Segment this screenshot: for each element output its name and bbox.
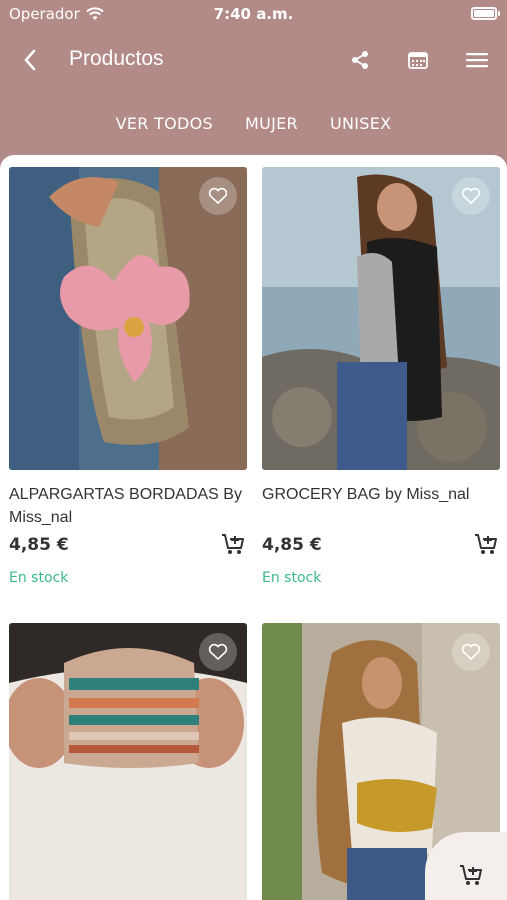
favorite-button[interactable] xyxy=(452,177,490,215)
tab-ver-todos[interactable]: VER TODOS xyxy=(116,110,213,140)
add-to-cart-button[interactable] xyxy=(221,533,247,557)
back-button[interactable] xyxy=(16,46,44,74)
favorite-button[interactable] xyxy=(199,177,237,215)
calendar-button[interactable] xyxy=(403,46,433,74)
status-time: 7:40 a.m. xyxy=(213,5,294,23)
heart-icon xyxy=(461,187,481,205)
add-cart-icon xyxy=(222,534,244,554)
product-image[interactable] xyxy=(262,167,500,470)
menu-button[interactable] xyxy=(462,46,492,74)
share-icon xyxy=(352,51,368,69)
share-button[interactable] xyxy=(345,46,375,74)
hamburger-icon xyxy=(466,53,488,68)
favorite-button[interactable] xyxy=(199,633,237,671)
add-cart-icon xyxy=(475,534,497,554)
calendar-icon xyxy=(408,52,428,69)
status-bar: Operador 7:40 a.m. xyxy=(0,0,507,28)
product-name[interactable]: GROCERY BAG by Miss_nal xyxy=(262,483,507,506)
product-price: 4,85 € xyxy=(9,535,69,555)
tab-mujer[interactable]: MUJER xyxy=(245,110,298,140)
heart-icon xyxy=(208,643,228,661)
page-title: Productos xyxy=(69,47,164,70)
chevron-left-icon xyxy=(24,49,36,71)
product-price: 4,85 € xyxy=(262,535,322,555)
stock-status: En stock xyxy=(9,570,69,586)
cart-fab[interactable] xyxy=(425,832,507,900)
heart-icon xyxy=(461,643,481,661)
product-grid: ALPARGARTAS BORDADAS By Miss_nal 4,85 € … xyxy=(0,155,507,900)
tab-unisex[interactable]: UNISEX xyxy=(330,110,391,140)
product-name[interactable]: ALPARGARTAS BORDADAS By Miss_nal xyxy=(9,483,257,529)
favorite-button[interactable] xyxy=(452,633,490,671)
heart-icon xyxy=(208,187,228,205)
battery-icon xyxy=(471,7,500,20)
stock-status: En stock xyxy=(262,570,322,586)
product-image[interactable] xyxy=(9,167,247,470)
product-image[interactable] xyxy=(9,623,247,900)
add-to-cart-button[interactable] xyxy=(474,533,500,557)
nav-bar: Productos xyxy=(0,38,507,82)
category-tabs: VER TODOS MUJER UNISEX xyxy=(0,110,507,140)
add-cart-icon xyxy=(460,865,482,885)
